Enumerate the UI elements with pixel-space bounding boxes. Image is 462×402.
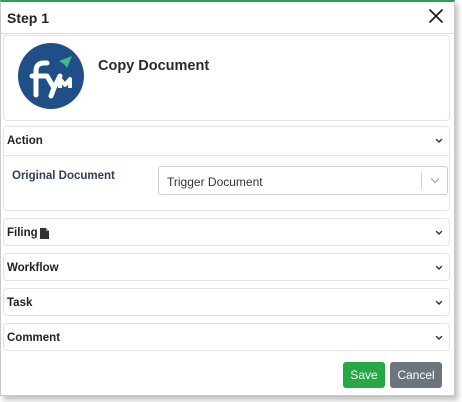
chevron-down-icon (435, 138, 443, 143)
section-filing-header[interactable]: Filing (4, 219, 449, 247)
select-separator (421, 172, 422, 189)
chevron-down-icon (435, 265, 443, 270)
section-action-label: Action (7, 135, 43, 147)
fym-logo-icon (18, 43, 84, 109)
chevron-down-icon (435, 230, 443, 235)
save-button[interactable]: Save (343, 362, 385, 388)
dialog-header: Step 1 (1, 2, 454, 34)
chevron-down-icon (435, 300, 443, 305)
section-comment: Comment (3, 323, 450, 351)
chevron-down-icon (430, 178, 440, 184)
action-summary-card: Copy Document (3, 35, 450, 121)
original-document-value: Trigger Document (167, 175, 263, 189)
section-action-body: Original Document Trigger Document (4, 155, 449, 210)
section-task: Task (3, 288, 450, 316)
section-workflow-label: Workflow (7, 262, 59, 274)
action-name: Copy Document (98, 58, 210, 74)
document-icon (40, 228, 49, 239)
section-task-label: Task (7, 297, 33, 309)
section-comment-header[interactable]: Comment (4, 324, 449, 352)
section-comment-label: Comment (7, 332, 61, 344)
section-action: Action Original Document Trigger Documen… (3, 126, 450, 211)
dialog-title: Step 1 (7, 10, 50, 26)
chevron-down-icon (435, 335, 443, 340)
step-dialog: Step 1 Copy Document Action Original Doc… (0, 0, 455, 396)
cancel-button[interactable]: Cancel (390, 362, 442, 388)
section-filing: Filing (3, 218, 450, 246)
section-workflow: Workflow (3, 253, 450, 281)
original-document-select[interactable]: Trigger Document (158, 166, 448, 195)
section-action-header[interactable]: Action (4, 127, 449, 155)
section-workflow-header[interactable]: Workflow (4, 254, 449, 282)
original-document-label: Original Document (12, 170, 115, 182)
close-icon[interactable] (426, 6, 446, 26)
section-filing-label: Filing (7, 227, 38, 239)
section-task-header[interactable]: Task (4, 289, 449, 317)
